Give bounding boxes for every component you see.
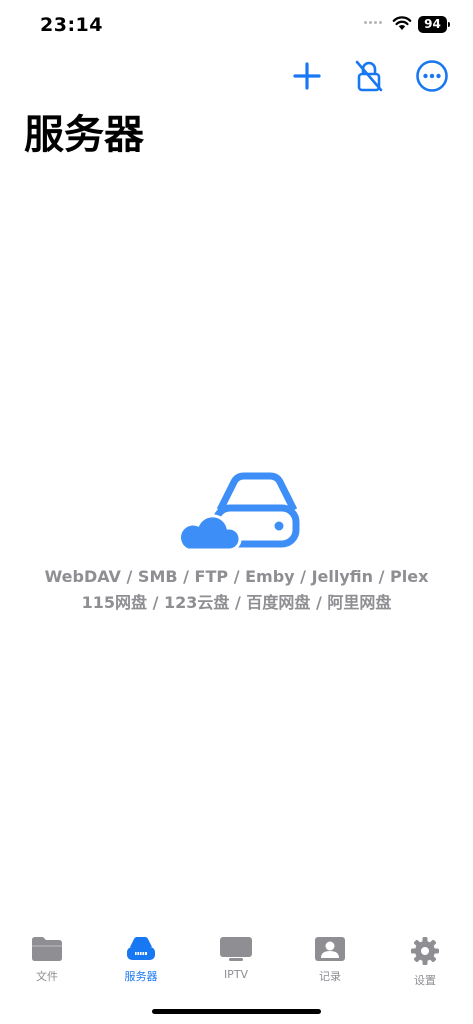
battery-cap: [448, 22, 450, 27]
tab-files[interactable]: 文件: [0, 930, 94, 990]
lock-toggle-button[interactable]: [351, 58, 387, 94]
supported-clouds-text: 115网盘 / 123云盘 / 百度网盘 / 阿里网盘: [81, 593, 392, 612]
tab-iptv[interactable]: IPTV: [189, 930, 283, 990]
supported-protocols-text: WebDAV / SMB / FTP / Emby / Jellyfin / P…: [44, 567, 429, 586]
home-indicator: [152, 1009, 321, 1014]
add-server-button[interactable]: [289, 58, 325, 94]
tab-servers-label: 服务器: [124, 970, 158, 983]
wifi-icon: [392, 16, 412, 30]
server-cloud-icon: [177, 472, 299, 552]
tab-bar: 文件 服务器 IPTV 记录 设置: [0, 930, 473, 990]
empty-state: WebDAV / SMB / FTP / Emby / Jellyfin / P…: [0, 470, 473, 616]
person-card-icon: [315, 937, 345, 961]
server-icon: [127, 937, 155, 960]
page-title: 服务器: [24, 112, 144, 158]
tab-iptv-label: IPTV: [223, 968, 249, 981]
tv-icon: [220, 937, 252, 961]
status-bar: 23:14 94: [0, 0, 473, 50]
tab-settings[interactable]: 设置: [378, 930, 472, 990]
toolbar: [0, 58, 473, 98]
more-options-button[interactable]: [414, 58, 450, 94]
battery-indicator: 94: [418, 16, 447, 33]
ellipsis-circle-icon: [416, 60, 448, 92]
status-time: 23:14: [40, 14, 103, 36]
lock-slash-icon: [355, 60, 383, 92]
cellular-signal-icon: [364, 21, 388, 27]
tab-history[interactable]: 记录: [283, 930, 377, 990]
tab-files-label: 文件: [36, 970, 58, 983]
gear-icon: [411, 937, 439, 965]
plus-icon: [293, 62, 321, 90]
tab-history-label: 记录: [319, 970, 341, 983]
tab-settings-label: 设置: [414, 974, 436, 987]
battery-level: 94: [424, 17, 441, 31]
tab-servers[interactable]: 服务器: [94, 930, 188, 990]
folder-icon: [32, 937, 62, 961]
